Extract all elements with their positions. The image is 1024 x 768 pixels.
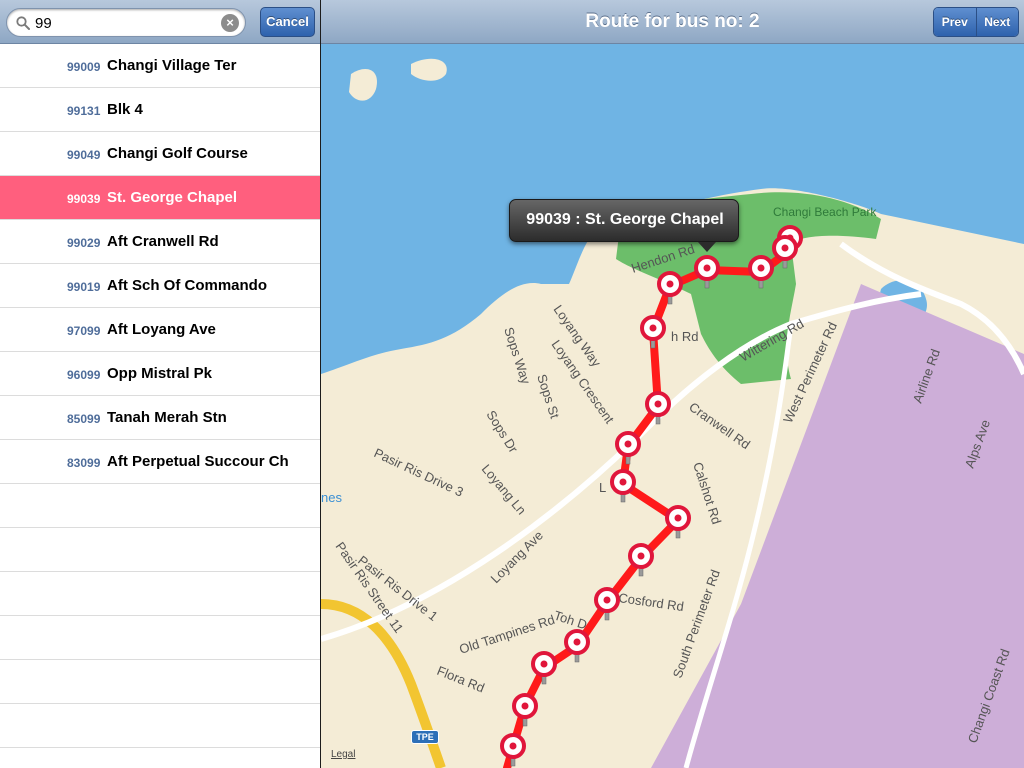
stop-name: Tanah Merah Stn [107,409,227,426]
empty-row [0,528,320,572]
stop-name: Blk 4 [107,101,143,118]
stop-row[interactable]: 83099 Aft Perpetual Succour Ch [0,440,320,484]
stop-row[interactable]: 96099 Opp Mistral Pk [0,352,320,396]
prev-button[interactable]: Prev [934,8,976,36]
route-map[interactable]: Changi Beach Park Hendon Rd h Rd Witteri… [321,44,1024,768]
stop-list: 99009 Changi Village Ter 99131 Blk 4 99049 Ch… [0,44,320,768]
callout-arrow [698,242,716,252]
empty-row [0,572,320,616]
empty-row [0,660,320,704]
app-window: × Cancel 99009 Changi Village Ter 99131 Blk… [0,0,1024,768]
clear-search-icon[interactable]: × [221,14,239,32]
map-panel: Route for bus no: 2 Prev Next Changi Bea… [321,0,1024,768]
stop-name: Aft Loyang Ave [107,321,216,338]
search-bar: × Cancel [0,0,320,44]
stop-panel: × Cancel 99009 Changi Village Ter 99131 Blk… [0,0,320,768]
stop-row[interactable]: 99009 Changi Village Ter [0,44,320,88]
stop-name: Aft Sch Of Commando [107,277,267,294]
page-title: Route for bus no: 2 [585,11,760,32]
stop-name: Opp Mistral Pk [107,365,213,382]
stop-row[interactable]: 97099 Aft Loyang Ave [0,308,320,352]
cancel-button[interactable]: Cancel [260,7,315,37]
stop-code: 99131 [67,104,101,118]
legal-link[interactable]: Legal [331,749,355,760]
stop-callout[interactable]: 99039 : St. George Chapel [509,199,739,252]
empty-row [0,616,320,660]
search-field[interactable]: × [6,8,246,37]
stop-name: Aft Perpetual Succour Ch [107,453,289,470]
stop-row[interactable]: 99049 Changi Golf Course [0,132,320,176]
highway-badge: TPE [411,730,439,744]
stop-code: 99049 [67,148,101,162]
empty-row [0,484,320,528]
stop-row[interactable]: 99039 St. George Chapel [0,176,320,220]
street-label: nes [321,490,342,505]
stop-code: 99009 [67,60,101,74]
stop-row[interactable]: 99131 Blk 4 [0,88,320,132]
stop-code: 99029 [67,236,101,250]
stop-row[interactable]: 99029 Aft Cranwell Rd [0,220,320,264]
park-label: Changi Beach Park [773,205,877,219]
empty-row [0,704,320,748]
stop-row[interactable]: 99019 Aft Sch Of Commando [0,264,320,308]
stop-code: 83099 [67,456,101,470]
callout-text: 99039 : St. George Chapel [526,211,724,228]
stop-code: 96099 [67,368,101,382]
prev-next-control: Prev Next [933,7,1019,37]
stop-code: 99039 [67,192,101,206]
stop-name: Aft Cranwell Rd [107,233,219,250]
navigation-bar: Route for bus no: 2 Prev Next [321,0,1024,44]
stop-name: Changi Golf Course [107,145,248,162]
stop-name: Changi Village Ter [107,57,237,74]
stop-code: 85099 [67,412,101,426]
stop-name: St. George Chapel [107,189,238,206]
search-icon [16,16,30,30]
street-label: h Rd [671,329,698,344]
stop-row[interactable]: 85099 Tanah Merah Stn [0,396,320,440]
stop-code: 99019 [67,280,101,294]
stop-code: 97099 [67,324,101,338]
street-label: L [599,480,606,495]
search-input[interactable] [35,12,215,34]
next-button[interactable]: Next [975,8,1018,36]
